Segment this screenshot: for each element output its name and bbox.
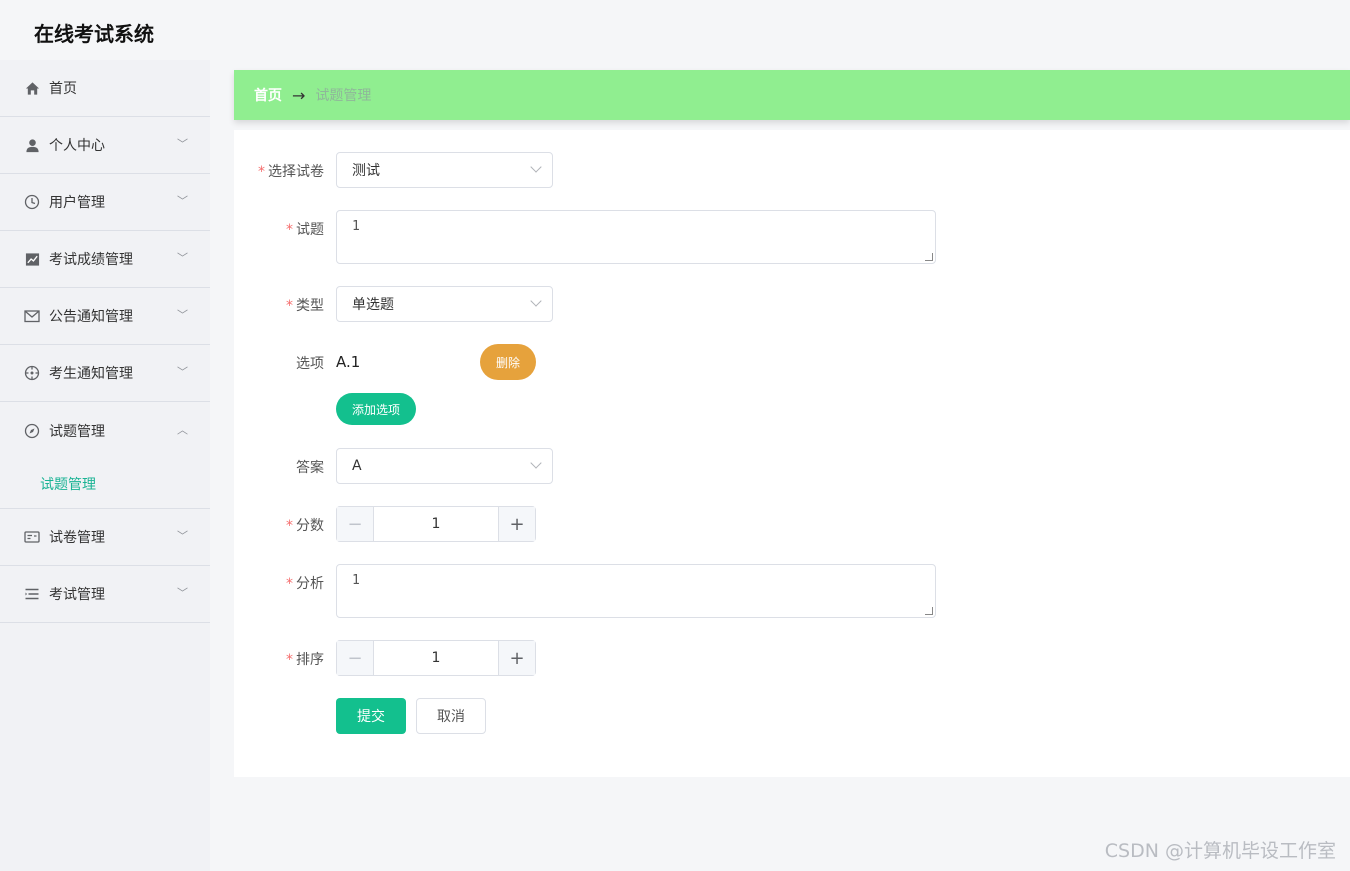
- resize-handle[interactable]: [925, 607, 933, 615]
- chevron-down-icon: ﹀: [177, 251, 188, 265]
- score-increment-button[interactable]: +: [498, 507, 535, 541]
- sidebar-item-label: 考试管理: [49, 587, 105, 603]
- delete-option-button[interactable]: 删除: [480, 344, 536, 380]
- resize-handle[interactable]: [925, 253, 933, 261]
- chevron-down-icon: ﹀: [177, 194, 188, 208]
- type-select-value: 单选题: [352, 297, 394, 313]
- submit-button[interactable]: 提交: [336, 698, 406, 734]
- order-label: * 排序: [286, 652, 324, 668]
- sidebar: 首页 个人中心 ﹀ 用户管理 ﹀ 考试成绩管理 ﹀ 公告通知管理 ﹀ 考生通知管…: [0, 60, 210, 871]
- analysis-textarea-value: 1: [352, 573, 360, 588]
- sidebar-item-users[interactable]: 用户管理 ﹀: [0, 174, 210, 231]
- required-asterisk: *: [286, 518, 293, 534]
- score-input[interactable]: 1: [374, 507, 498, 541]
- user-icon: [24, 137, 40, 153]
- order-stepper: − 1 +: [336, 640, 536, 676]
- home-icon: [24, 80, 40, 96]
- required-asterisk: *: [258, 164, 265, 180]
- chart-icon: [24, 251, 40, 267]
- list-icon: [24, 586, 40, 602]
- chevron-down-icon: [530, 457, 542, 469]
- chevron-down-icon: ﹀: [177, 586, 188, 600]
- breadcrumb-home-link[interactable]: 首页: [254, 85, 282, 105]
- sidebar-item-label: 首页: [49, 81, 77, 97]
- order-input[interactable]: 1: [374, 641, 498, 675]
- sidebar-item-label: 试卷管理: [49, 530, 105, 546]
- sidebar-item-label: 公告通知管理: [49, 309, 133, 325]
- paper-select-value: 测试: [352, 163, 380, 179]
- score-label: * 分数: [286, 518, 324, 534]
- card-icon: [24, 529, 40, 545]
- sidebar-item-papers[interactable]: 试卷管理 ﹀: [0, 509, 210, 566]
- sidebar-item-label: 考试成绩管理: [49, 252, 133, 268]
- required-asterisk: *: [286, 576, 293, 592]
- chevron-down-icon: ﹀: [177, 529, 188, 543]
- required-asterisk: *: [286, 222, 293, 238]
- question-textarea-value: 1: [352, 219, 360, 234]
- sidebar-item-label: 考生通知管理: [49, 366, 133, 382]
- chevron-down-icon: [530, 295, 542, 307]
- order-decrement-button[interactable]: −: [337, 641, 374, 675]
- option-item: A.1: [336, 353, 361, 371]
- answer-label: 答案: [296, 460, 324, 476]
- paper-label: * 选择试卷: [258, 164, 324, 180]
- breadcrumb: 首页 → 试题管理: [234, 70, 1350, 120]
- required-asterisk: *: [286, 298, 293, 314]
- analysis-label: * 分析: [286, 576, 324, 592]
- sidebar-item-label: 个人中心: [49, 138, 105, 154]
- chevron-down-icon: ﹀: [177, 365, 188, 379]
- chevron-down-icon: ﹀: [177, 308, 188, 322]
- submenu-item-question-management[interactable]: 试题管理: [0, 459, 210, 509]
- sidebar-item-candidate-notices[interactable]: 考生通知管理 ﹀: [0, 345, 210, 402]
- mail-icon: [24, 308, 40, 324]
- breadcrumb-current: 试题管理: [315, 88, 372, 104]
- score-decrement-button[interactable]: −: [337, 507, 374, 541]
- chevron-down-icon: [530, 161, 542, 173]
- sidebar-item-home[interactable]: 首页: [0, 60, 210, 117]
- order-increment-button[interactable]: +: [498, 641, 535, 675]
- chevron-down-icon: ﹀: [177, 137, 188, 151]
- target-icon: [24, 365, 40, 381]
- sidebar-item-label: 试题管理: [49, 423, 105, 440]
- type-select[interactable]: 单选题: [336, 286, 553, 322]
- add-option-button[interactable]: 添加选项: [336, 393, 416, 425]
- sidebar-item-questions[interactable]: 试题管理 ︿: [0, 402, 210, 459]
- question-textarea[interactable]: 1: [336, 210, 936, 264]
- watermark: CSDN @计算机毕设工作室: [1104, 840, 1336, 862]
- clock-icon: [24, 194, 40, 210]
- answer-select-value: A: [352, 458, 362, 474]
- app-title: 在线考试系统: [34, 22, 154, 46]
- type-label: * 类型: [286, 298, 324, 314]
- compass-icon: [24, 423, 40, 439]
- cancel-button[interactable]: 取消: [416, 698, 486, 734]
- analysis-textarea[interactable]: 1: [336, 564, 936, 618]
- sidebar-item-exam-scores[interactable]: 考试成绩管理 ﹀: [0, 231, 210, 288]
- score-stepper: − 1 +: [336, 506, 536, 542]
- answer-select[interactable]: A: [336, 448, 553, 484]
- sidebar-item-profile[interactable]: 个人中心 ﹀: [0, 117, 210, 174]
- required-asterisk: *: [286, 652, 293, 668]
- sidebar-item-exams[interactable]: 考试管理 ﹀: [0, 566, 210, 623]
- question-label: * 试题: [286, 222, 324, 238]
- sidebar-item-announcements[interactable]: 公告通知管理 ﹀: [0, 288, 210, 345]
- breadcrumb-separator: →: [292, 85, 306, 105]
- options-label: 选项: [296, 356, 324, 372]
- paper-select[interactable]: 测试: [336, 152, 553, 188]
- chevron-up-icon: ︿: [177, 422, 188, 436]
- sidebar-item-label: 用户管理: [49, 195, 105, 211]
